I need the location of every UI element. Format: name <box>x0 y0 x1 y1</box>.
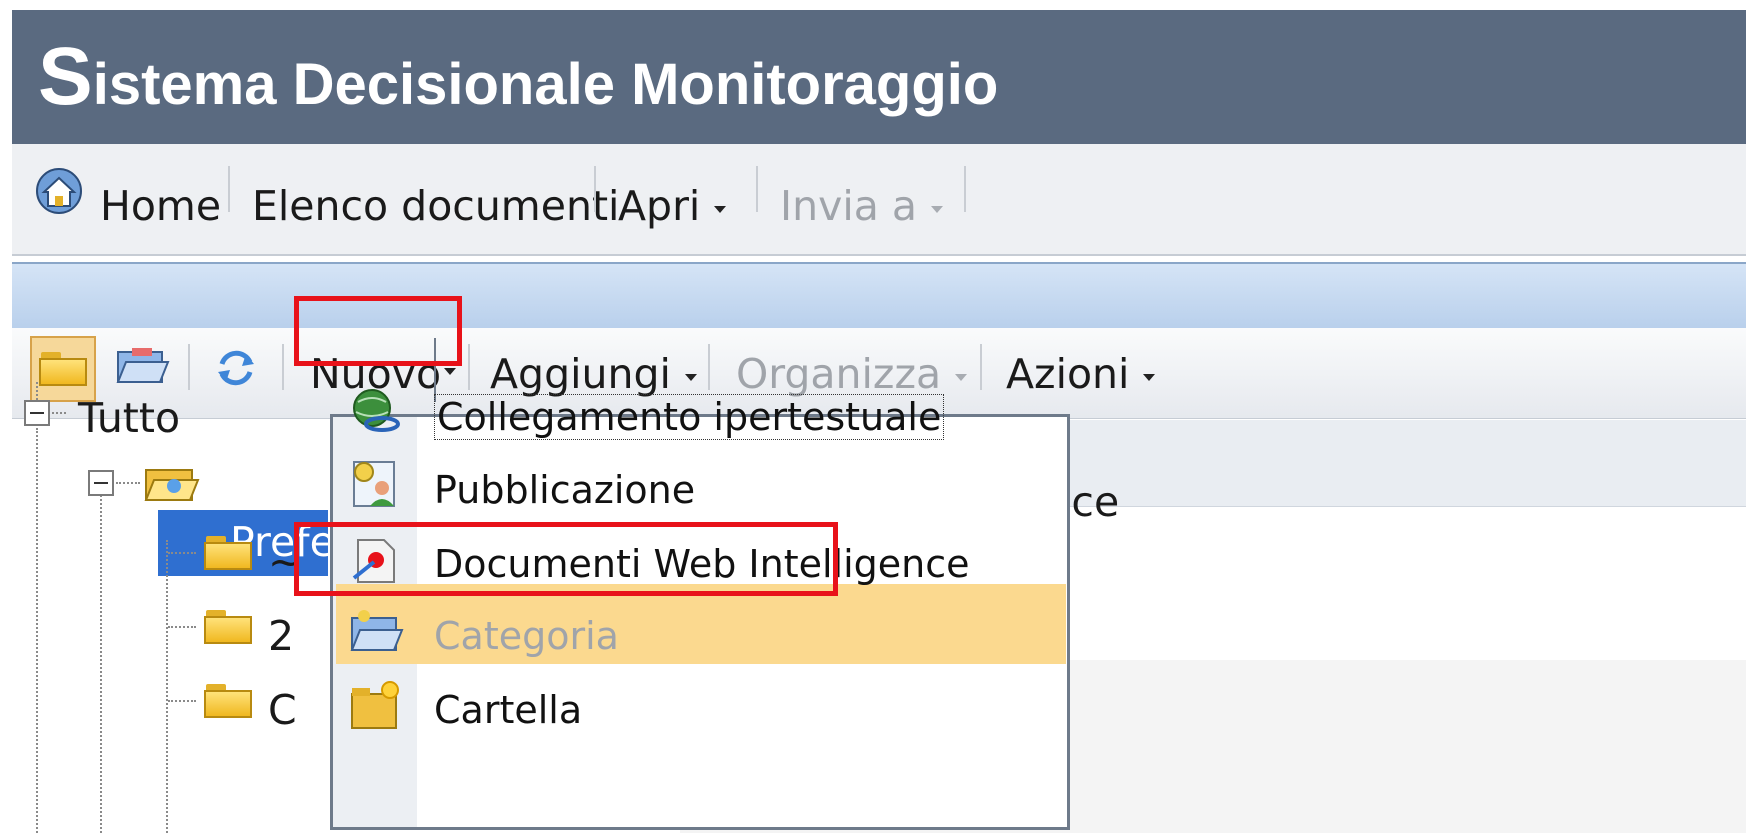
chevron-down-icon <box>955 373 968 381</box>
menu-separator <box>964 166 966 212</box>
menu-item-collegamento-ipertestuale[interactable]: Collegamento ipertestuale <box>434 394 945 440</box>
menu-separator <box>594 166 596 212</box>
azioni-button[interactable]: Azioni <box>1006 350 1156 398</box>
folder-icon <box>204 684 254 718</box>
folder-icon <box>204 536 254 570</box>
organizza-button[interactable]: Organizza <box>736 350 968 398</box>
chevron-down-icon <box>714 205 727 213</box>
menu-home[interactable]: Home <box>100 182 221 230</box>
chevron-down-icon <box>931 205 944 213</box>
tree-line <box>168 552 196 554</box>
tree-line <box>168 626 196 628</box>
publication-icon <box>353 461 395 507</box>
menu-item-cartella[interactable]: Cartella <box>434 688 582 732</box>
toolbar-separator <box>188 344 190 390</box>
organizza-label: Organizza <box>736 350 942 398</box>
tree-line <box>52 412 66 414</box>
tree-item-label[interactable]: 2 <box>268 612 294 660</box>
globe-link-icon <box>353 389 400 432</box>
tree-line <box>116 482 140 484</box>
favorites-folder-icon <box>144 469 200 501</box>
open-folder-icon[interactable] <box>116 346 170 390</box>
menu-apri-label: Apri <box>618 182 701 230</box>
new-folder-icon <box>351 681 399 729</box>
tree-line <box>36 428 38 833</box>
menu-invia-a-label: Invia a <box>780 182 918 230</box>
menu-item-pubblicazione[interactable]: Pubblicazione <box>434 468 695 512</box>
toolbar-separator <box>980 344 982 390</box>
menu-separator <box>756 166 758 212</box>
content-panel-header <box>1060 420 1746 507</box>
chevron-down-icon <box>1143 373 1156 381</box>
tree-line <box>100 480 102 833</box>
chevron-down-icon <box>684 373 697 381</box>
annotation-nuovo-highlight <box>294 296 462 366</box>
tree-root-tutto[interactable]: Tutto <box>78 394 180 442</box>
home-icon[interactable] <box>34 166 84 216</box>
refresh-icon[interactable] <box>212 344 260 392</box>
menu-elenco-documenti[interactable]: Elenco documenti <box>252 182 619 230</box>
folder-icon <box>39 352 89 386</box>
aggiungi-button[interactable]: Aggiungi <box>490 350 697 398</box>
folder-view-button[interactable] <box>30 336 96 402</box>
tree-line <box>168 700 196 702</box>
tree-item-label[interactable]: C <box>268 686 297 734</box>
aggiungi-label: Aggiungi <box>490 350 671 398</box>
annotation-webi-highlight <box>294 522 838 596</box>
collapse-icon[interactable] <box>88 470 114 496</box>
folder-icon <box>204 610 254 644</box>
tree-line <box>166 540 168 833</box>
collapse-icon[interactable] <box>24 400 50 426</box>
header-band <box>12 262 1746 328</box>
category-icon <box>350 610 404 651</box>
app-title: Sistema Decisionale Monitoraggio <box>38 31 999 122</box>
menu-apri[interactable]: Apri <box>618 182 727 230</box>
azioni-label: Azioni <box>1006 350 1130 398</box>
menu-item-categoria[interactable]: Categoria <box>434 614 619 658</box>
toolbar-separator <box>468 344 470 390</box>
toolbar-separator <box>708 344 710 390</box>
menu-separator <box>228 166 230 212</box>
chevron-down-icon <box>444 368 456 375</box>
toolbar-separator <box>282 344 284 390</box>
tree-line <box>36 382 38 400</box>
menu-invia-a[interactable]: Invia a <box>780 182 944 230</box>
